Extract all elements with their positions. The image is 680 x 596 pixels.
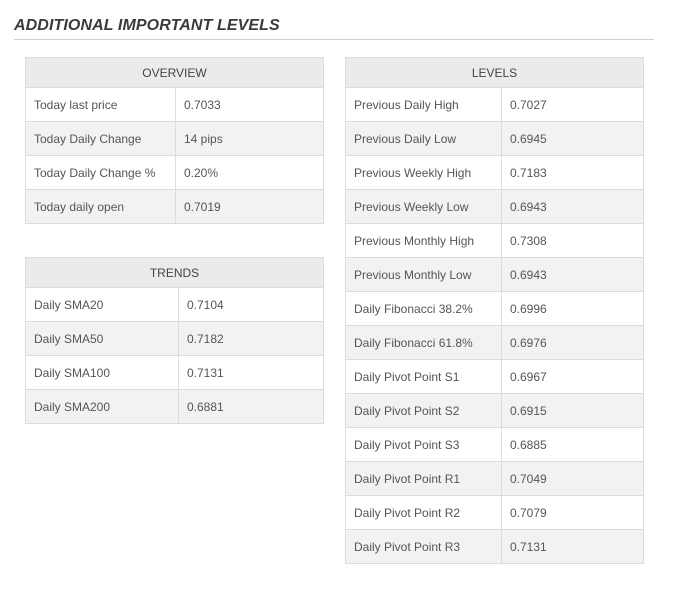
table-row: Daily Fibonacci 61.8% 0.6976 <box>345 325 644 360</box>
row-label: Daily SMA200 <box>25 389 179 424</box>
table-row: Previous Weekly Low 0.6943 <box>345 189 644 224</box>
row-label: Daily Pivot Point S2 <box>345 393 502 428</box>
row-label: Today Daily Change <box>25 121 176 156</box>
row-value: 0.7027 <box>501 87 644 122</box>
row-value: 0.6945 <box>501 121 644 156</box>
row-value: 0.6885 <box>501 427 644 462</box>
row-label: Daily SMA50 <box>25 321 179 356</box>
row-value: 0.7104 <box>178 287 324 322</box>
table-row: Previous Daily Low 0.6945 <box>345 121 644 156</box>
table-row: Daily Pivot Point R1 0.7049 <box>345 461 644 496</box>
trends-table: TRENDS Daily SMA20 0.7104 Daily SMA50 0.… <box>25 257 324 424</box>
row-label: Previous Daily Low <box>345 121 502 156</box>
table-row: Previous Weekly High 0.7183 <box>345 155 644 190</box>
overview-header: OVERVIEW <box>25 57 324 88</box>
table-row: Daily Pivot Point R3 0.7131 <box>345 529 644 564</box>
table-row: Daily Fibonacci 38.2% 0.6996 <box>345 291 644 326</box>
overview-table: OVERVIEW Today last price 0.7033 Today D… <box>25 57 324 224</box>
section-title: ADDITIONAL IMPORTANT LEVELS <box>14 17 280 34</box>
row-value: 0.7182 <box>178 321 324 356</box>
table-row: Today last price 0.7033 <box>25 87 324 122</box>
row-value: 0.7308 <box>501 223 644 258</box>
table-row: Previous Monthly High 0.7308 <box>345 223 644 258</box>
row-label: Daily Pivot Point S3 <box>345 427 502 462</box>
table-row: Daily SMA200 0.6881 <box>25 389 324 424</box>
levels-header: LEVELS <box>345 57 644 88</box>
row-value: 0.20% <box>175 155 324 190</box>
row-value: 0.7019 <box>175 189 324 224</box>
table-row: Daily Pivot Point R2 0.7079 <box>345 495 644 530</box>
levels-header-row: LEVELS <box>345 57 644 88</box>
row-label: Daily SMA100 <box>25 355 179 390</box>
table-row: Daily SMA50 0.7182 <box>25 321 324 356</box>
table-row: Daily SMA20 0.7104 <box>25 287 324 322</box>
row-value: 0.7131 <box>501 529 644 564</box>
levels-table: LEVELS Previous Daily High 0.7027 Previo… <box>345 57 644 564</box>
table-row: Previous Monthly Low 0.6943 <box>345 257 644 292</box>
row-value: 0.7183 <box>501 155 644 190</box>
title-divider <box>14 39 654 40</box>
trends-header: TRENDS <box>25 257 324 288</box>
row-label: Previous Monthly High <box>345 223 502 258</box>
row-value: 0.6967 <box>501 359 644 394</box>
row-value: 0.6915 <box>501 393 644 428</box>
row-label: Daily Pivot Point R3 <box>345 529 502 564</box>
row-value: 0.7079 <box>501 495 644 530</box>
table-row: Today Daily Change % 0.20% <box>25 155 324 190</box>
table-row: Today daily open 0.7019 <box>25 189 324 224</box>
table-row: Daily Pivot Point S2 0.6915 <box>345 393 644 428</box>
row-value: 0.6943 <box>501 257 644 292</box>
overview-header-row: OVERVIEW <box>25 57 324 88</box>
row-value: 0.6943 <box>501 189 644 224</box>
row-label: Previous Monthly Low <box>345 257 502 292</box>
row-value: 0.6996 <box>501 291 644 326</box>
row-label: Previous Daily High <box>345 87 502 122</box>
trends-header-row: TRENDS <box>25 257 324 288</box>
table-row: Today Daily Change 14 pips <box>25 121 324 156</box>
row-label: Daily Fibonacci 61.8% <box>345 325 502 360</box>
row-value: 0.6881 <box>178 389 324 424</box>
row-label: Daily Fibonacci 38.2% <box>345 291 502 326</box>
row-value: 14 pips <box>175 121 324 156</box>
row-label: Today Daily Change % <box>25 155 176 190</box>
row-label: Previous Weekly High <box>345 155 502 190</box>
table-row: Daily Pivot Point S1 0.6967 <box>345 359 644 394</box>
row-value: 0.7131 <box>178 355 324 390</box>
row-label: Previous Weekly Low <box>345 189 502 224</box>
row-label: Daily Pivot Point R2 <box>345 495 502 530</box>
table-row: Previous Daily High 0.7027 <box>345 87 644 122</box>
table-row: Daily Pivot Point S3 0.6885 <box>345 427 644 462</box>
row-value: 0.6976 <box>501 325 644 360</box>
row-label: Today last price <box>25 87 176 122</box>
row-label: Daily SMA20 <box>25 287 179 322</box>
row-label: Daily Pivot Point R1 <box>345 461 502 496</box>
row-label: Today daily open <box>25 189 176 224</box>
row-value: 0.7033 <box>175 87 324 122</box>
row-label: Daily Pivot Point S1 <box>345 359 502 394</box>
row-value: 0.7049 <box>501 461 644 496</box>
table-row: Daily SMA100 0.7131 <box>25 355 324 390</box>
